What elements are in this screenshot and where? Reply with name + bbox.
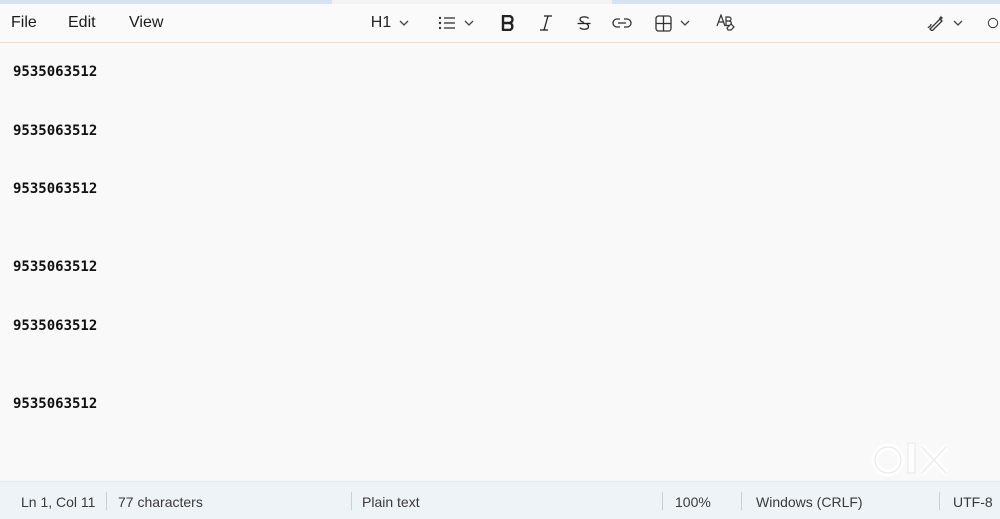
menu-file[interactable]: File [11,14,37,32]
text-line[interactable]: 9535063512 [13,123,97,139]
strikethrough-button[interactable] [572,8,596,38]
format-indicator[interactable]: Plain text [362,494,420,510]
italic-button[interactable] [534,8,558,38]
settings-button[interactable] [986,8,1000,38]
chevron-down-icon [953,20,963,26]
chevron-down-icon [399,20,409,26]
chevron-down-icon [464,20,474,26]
link-icon [612,18,632,28]
strikethrough-icon [577,16,591,30]
bold-button[interactable] [496,8,520,38]
status-divider [106,492,107,510]
status-divider [939,492,940,510]
text-line[interactable]: 9535063512 [13,64,97,80]
settings-icon [987,17,999,29]
text-line[interactable]: 9535063512 [13,259,97,275]
text-editor[interactable]: 9535063512 9535063512 9535063512 9535063… [0,44,1000,481]
copilot-rewrite-icon [927,15,944,31]
bulleted-list-icon [438,16,455,30]
olx-watermark-logo [871,442,949,477]
clear-formatting-button[interactable] [713,8,739,38]
status-divider [351,492,352,510]
menu-bar: File Edit View H1 [0,4,1000,43]
bold-icon [501,15,514,31]
character-count: 77 characters [118,494,203,510]
heading-label: H1 [370,14,392,31]
text-line[interactable]: 9535063512 [13,318,97,334]
italic-icon [540,15,552,31]
chevron-down-icon [680,20,689,26]
zoom-level[interactable]: 100% [675,494,711,510]
cursor-position[interactable]: Ln 1, Col 11 [21,494,95,510]
table-dropdown[interactable] [650,8,694,38]
heading-dropdown[interactable]: H1 [366,8,414,38]
menu-view[interactable]: View [129,14,163,32]
status-bar: Ln 1, Col 11 77 characters Plain text 10… [0,481,1000,519]
encoding[interactable]: UTF-8 [953,494,993,510]
status-divider [741,492,742,510]
menu-edit[interactable]: Edit [68,14,96,32]
text-line[interactable]: 9535063512 [13,181,97,197]
table-icon [654,14,672,32]
list-dropdown[interactable] [434,8,478,38]
text-line[interactable]: 9535063512 [13,396,97,412]
line-ending[interactable]: Windows (CRLF) [756,494,863,510]
status-divider [662,492,663,510]
link-button[interactable] [609,8,635,38]
rewrite-dropdown[interactable] [922,8,968,38]
clear-formatting-icon [716,14,735,31]
